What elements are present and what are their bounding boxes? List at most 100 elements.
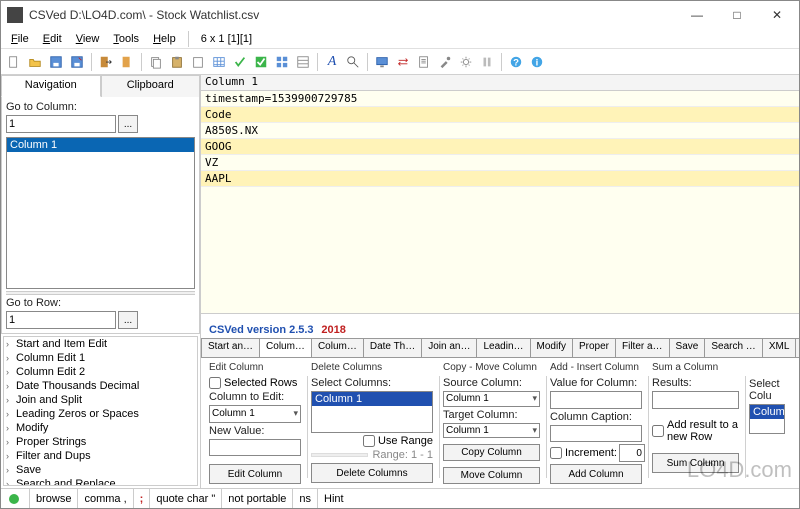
new-value-input[interactable]	[209, 439, 301, 457]
bottom-tab[interactable]: Colum…	[311, 338, 364, 357]
bottom-tab[interactable]: Start an…	[201, 338, 260, 357]
increment-check[interactable]: Increment:	[550, 447, 617, 459]
select-colu-item[interactable]: Column	[750, 405, 784, 419]
menu-file[interactable]: File	[5, 31, 35, 47]
tab-clipboard[interactable]: Clipboard	[101, 75, 201, 97]
bottom-tab[interactable]: Save	[669, 338, 706, 357]
tgt-col-combo[interactable]: Column 1	[443, 423, 540, 439]
tree-item[interactable]: ›Filter and Dups	[4, 449, 197, 463]
tree-item[interactable]: ›Join and Split	[4, 393, 197, 407]
delete-cols-listbox[interactable]: Column 1	[311, 391, 433, 433]
goto-column-input[interactable]	[6, 115, 116, 133]
check1-icon[interactable]	[231, 53, 249, 71]
grid-row[interactable]: Code	[201, 107, 799, 123]
close-button[interactable]: ✕	[757, 3, 797, 28]
gear-icon[interactable]	[457, 53, 475, 71]
bottom-tab[interactable]: Date Th…	[363, 338, 422, 357]
tools-icon[interactable]	[436, 53, 454, 71]
tree-item[interactable]: ›Search and Replace	[4, 477, 197, 486]
version-text: CSVed version 2.5.3	[209, 324, 314, 336]
paste-icon[interactable]	[168, 53, 186, 71]
grid-row[interactable]: A850S.NX	[201, 123, 799, 139]
col-to-edit-combo[interactable]: Column 1	[209, 405, 301, 423]
grid-row[interactable]: VZ	[201, 155, 799, 171]
table-icon[interactable]	[210, 53, 228, 71]
font-icon[interactable]: A	[323, 53, 341, 71]
src-col-label: Source Column:	[443, 377, 540, 389]
select-colu-list[interactable]: Column	[749, 404, 785, 434]
valfor-input[interactable]	[550, 391, 642, 409]
tree-item[interactable]: ›Modify	[4, 421, 197, 435]
grid2-icon[interactable]	[294, 53, 312, 71]
tree-item[interactable]: ›Column Edit 2	[4, 365, 197, 379]
menu-tools[interactable]: Tools	[107, 31, 145, 47]
bottom-tab[interactable]: Colum…	[259, 338, 312, 357]
maximize-button[interactable]: □	[717, 3, 757, 28]
caption-input[interactable]	[550, 425, 642, 443]
edit-column-button[interactable]: Edit Column	[209, 464, 301, 484]
saveas-icon[interactable]	[68, 53, 86, 71]
exit-icon[interactable]	[97, 53, 115, 71]
bottom-tab[interactable]: Leadin…	[476, 338, 530, 357]
sum-col-button[interactable]: Sum Column	[652, 453, 739, 473]
menu-edit[interactable]: Edit	[37, 31, 68, 47]
arrows-icon[interactable]	[394, 53, 412, 71]
screen-icon[interactable]	[373, 53, 391, 71]
goto-row-browse[interactable]: ...	[118, 311, 138, 329]
bottom-tab[interactable]: Filter a…	[615, 338, 670, 357]
category-tree[interactable]: ›Start and Item Edit›Column Edit 1›Colum…	[3, 336, 198, 486]
bottom-tab[interactable]: Search …	[704, 338, 762, 357]
doc-icon[interactable]	[415, 53, 433, 71]
tree-item[interactable]: ›Proper Strings	[4, 435, 197, 449]
delete-cols-button[interactable]: Delete Columns	[311, 463, 433, 483]
minimize-button[interactable]: —	[677, 3, 717, 28]
tab-navigation[interactable]: Navigation	[1, 75, 101, 97]
caption-label: Column Caption:	[550, 411, 642, 423]
selected-rows-check[interactable]: Selected Rows	[209, 377, 301, 389]
bottom-tab[interactable]: XML	[762, 338, 797, 357]
delete-cols-item[interactable]: Column 1	[312, 392, 432, 406]
info-icon[interactable]: i	[528, 53, 546, 71]
bottom-tab[interactable]: Proper	[572, 338, 616, 357]
check2-icon[interactable]	[252, 53, 270, 71]
copy-col-button[interactable]: Copy Column	[443, 444, 540, 461]
tree-item[interactable]: ›Save	[4, 463, 197, 477]
sidebar: Navigation Clipboard Go to Column: ... C…	[1, 75, 201, 488]
move-col-button[interactable]: Move Column	[443, 467, 540, 484]
add-col-button[interactable]: Add Column	[550, 464, 642, 484]
bottom-tab[interactable]: Modify	[530, 338, 573, 357]
goto-row-input[interactable]	[6, 311, 116, 329]
new-icon[interactable]	[5, 53, 23, 71]
grid-row[interactable]: AAPL	[201, 171, 799, 187]
menu-help[interactable]: Help	[147, 31, 182, 47]
save-icon[interactable]	[47, 53, 65, 71]
grid-rows[interactable]: timestamp=1539900729785CodeA850S.NXGOOGV…	[201, 91, 799, 313]
grid-row[interactable]: GOOG	[201, 139, 799, 155]
column-list-selected[interactable]: Column 1	[7, 138, 194, 152]
tree-item[interactable]: ›Start and Item Edit	[4, 337, 197, 351]
add-new-row-check[interactable]: Add result to a new Row	[652, 419, 739, 443]
grid-icon[interactable]	[273, 53, 291, 71]
grid-header[interactable]: Column 1	[201, 75, 799, 91]
door-icon[interactable]	[118, 53, 136, 71]
copy-icon[interactable]	[147, 53, 165, 71]
increment-value[interactable]	[619, 444, 645, 462]
menu-view[interactable]: View	[70, 31, 106, 47]
search-icon[interactable]	[344, 53, 362, 71]
open-icon[interactable]	[26, 53, 44, 71]
grid-row[interactable]: timestamp=1539900729785	[201, 91, 799, 107]
tree-item[interactable]: ›Leading Zeros or Spaces	[4, 407, 197, 421]
use-range-check[interactable]: Use Range	[311, 435, 433, 447]
column-listbox[interactable]: Column 1	[6, 137, 195, 289]
goto-column-browse[interactable]: ...	[118, 115, 138, 133]
tree-item[interactable]: ›Column Edit 1	[4, 351, 197, 365]
results-input[interactable]	[652, 391, 739, 409]
src-col-combo[interactable]: Column 1	[443, 391, 540, 407]
range-row: Range: 1 - 1	[311, 449, 433, 461]
help-icon[interactable]: ?	[507, 53, 525, 71]
tree-item[interactable]: ›Date Thousands Decimal	[4, 379, 197, 393]
clipboard-icon[interactable]	[189, 53, 207, 71]
bottom-tab[interactable]: Fixed L…	[795, 338, 799, 357]
pause-icon[interactable]	[478, 53, 496, 71]
bottom-tab[interactable]: Join an…	[421, 338, 477, 357]
